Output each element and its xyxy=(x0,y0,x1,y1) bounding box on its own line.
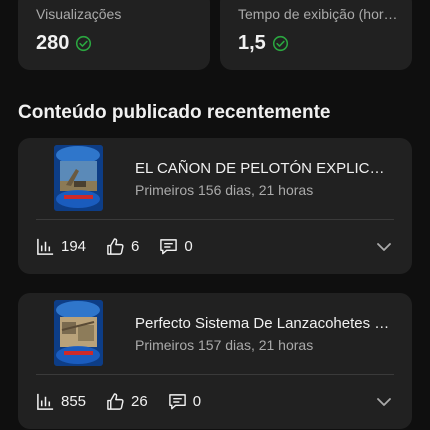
video-title[interactable]: EL CAÑON DE PELOTÓN EXPLICAD… xyxy=(135,160,393,177)
watch-time-stat-card[interactable]: Tempo de exibição (hor… 1,5 xyxy=(220,0,412,70)
chevron-down-icon[interactable] xyxy=(374,237,394,257)
likes-metric: 6 xyxy=(106,237,139,256)
views-metric: 194 xyxy=(36,237,86,256)
views-value-row: 280 xyxy=(36,32,92,55)
video-thumbnail[interactable] xyxy=(54,300,103,366)
views-count: 194 xyxy=(61,237,87,255)
video-card[interactable]: EL CAÑON DE PELOTÓN EXPLICAD… Primeiros … xyxy=(18,138,412,274)
thumbs-up-icon xyxy=(107,392,124,410)
likes-count: 6 xyxy=(131,237,140,255)
comments-metric: 0 xyxy=(159,237,193,256)
comments-count: 0 xyxy=(184,237,193,255)
check-circle-icon xyxy=(272,35,288,52)
comment-icon xyxy=(168,393,186,409)
comment-icon xyxy=(160,238,178,254)
analytics-page: Visualizações 280 Tempo de exibição (hor… xyxy=(0,0,430,430)
views-count: 855 xyxy=(61,392,87,410)
divider xyxy=(36,219,394,220)
section-title: Conteúdo publicado recentemente xyxy=(18,102,331,123)
comments-metric: 0 xyxy=(168,392,201,411)
comments-count: 0 xyxy=(192,392,202,410)
chevron-down-icon[interactable] xyxy=(374,392,394,412)
views-stat-card[interactable]: Visualizações 280 xyxy=(18,0,210,70)
views-metric: 855 xyxy=(36,392,86,411)
thumbs-up-icon xyxy=(107,237,124,255)
bar-chart-icon xyxy=(37,238,54,255)
divider xyxy=(36,374,394,375)
likes-metric: 26 xyxy=(106,392,148,411)
video-thumbnail[interactable] xyxy=(54,145,103,211)
watch-time-value-row: 1,5 xyxy=(238,32,289,55)
check-circle-icon xyxy=(76,35,92,52)
video-period: Primeiros 156 dias, 21 horas xyxy=(135,182,314,198)
video-title[interactable]: Perfecto Sistema De Lanzacohetes … xyxy=(135,315,393,332)
watch-time-value: 1,5 xyxy=(238,32,266,54)
bar-chart-icon xyxy=(37,393,54,410)
video-card[interactable]: Perfecto Sistema De Lanzacohetes … Prime… xyxy=(18,293,412,429)
views-label: Visualizações xyxy=(36,6,122,22)
views-value: 280 xyxy=(36,32,70,54)
video-metrics: 194 6 0 xyxy=(36,236,213,256)
video-period: Primeiros 157 dias, 21 horas xyxy=(135,337,314,353)
video-metrics: 855 26 0 xyxy=(36,391,221,411)
likes-count: 26 xyxy=(131,392,148,410)
watch-time-label: Tempo de exibição (hor… xyxy=(238,6,398,22)
